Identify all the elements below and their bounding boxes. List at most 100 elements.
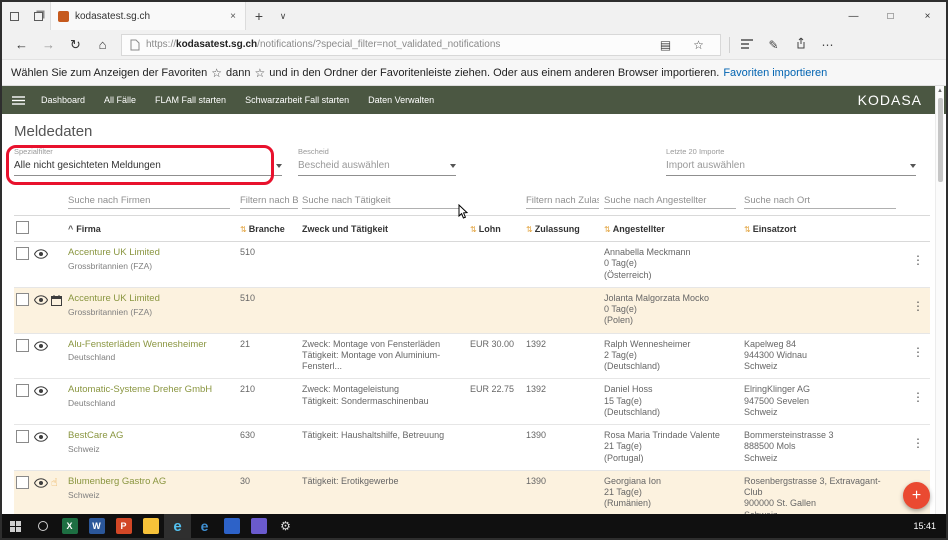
- eye-icon[interactable]: [34, 432, 48, 444]
- minimize-button[interactable]: —: [835, 2, 872, 30]
- import-favorites-link[interactable]: Favoriten importieren: [723, 67, 827, 79]
- eye-icon[interactable]: [34, 386, 48, 398]
- header-zulassung[interactable]: Zulassung: [535, 224, 580, 234]
- bescheid-select[interactable]: Bescheid auswählen: [298, 160, 456, 176]
- header-lohn[interactable]: Lohn: [479, 224, 501, 234]
- hamburger-menu-icon[interactable]: [12, 96, 25, 105]
- reading-view-icon[interactable]: ▤: [652, 38, 679, 52]
- company-link[interactable]: Automatic-Systeme Dreher GmbH: [68, 384, 232, 396]
- company-link[interactable]: Blumenberg Gastro AG: [68, 476, 232, 488]
- header-branche[interactable]: Branche: [249, 224, 285, 234]
- eye-icon[interactable]: [34, 341, 48, 353]
- start-button-icon[interactable]: [2, 514, 29, 538]
- ort-line-1: Rosenbergstrasse 3, Extravagant-Club: [744, 476, 898, 499]
- search-ort-input[interactable]: [744, 193, 896, 209]
- einsatzort-cell: Bommersteinstrasse 3 888500 Mols Schweiz: [744, 430, 906, 464]
- set-tabs-aside-icon[interactable]: [2, 2, 26, 30]
- company-link[interactable]: Accenture UK Limited: [68, 247, 232, 259]
- web-note-icon[interactable]: ✎: [760, 38, 787, 52]
- row-menu-icon[interactable]: ⋮: [906, 339, 930, 359]
- search-taetigkeit-input[interactable]: [302, 193, 460, 209]
- sort-asc-icon: ^: [68, 224, 73, 234]
- home-icon[interactable]: ⌂: [89, 37, 116, 52]
- nav-item-dashboard[interactable]: Dashboard: [41, 95, 85, 105]
- hub-favorites-icon[interactable]: [733, 38, 760, 52]
- table-row[interactable]: Accenture UK Limited Grossbritannien (FZ…: [14, 288, 930, 334]
- taskbar-clock[interactable]: 15:41: [913, 521, 946, 531]
- eye-icon[interactable]: [34, 478, 48, 490]
- forward-icon[interactable]: →: [35, 37, 62, 52]
- header-einsatzort[interactable]: Einsatzort: [753, 224, 797, 234]
- row-menu-icon[interactable]: ⋮: [906, 293, 930, 313]
- row-checkbox[interactable]: [16, 476, 29, 489]
- add-favorite-star-icon[interactable]: ☆: [685, 38, 712, 52]
- importe-label: Letzte 20 Importe: [666, 147, 916, 156]
- eye-icon[interactable]: [34, 295, 48, 307]
- internet-explorer-icon[interactable]: e: [191, 514, 218, 538]
- row-checkbox[interactable]: [16, 384, 29, 397]
- more-options-icon[interactable]: ⋯: [814, 38, 841, 52]
- excel-icon[interactable]: X: [56, 514, 83, 538]
- new-tab-button[interactable]: +: [246, 2, 272, 30]
- hand-icon[interactable]: ☝: [51, 478, 58, 489]
- row-icons: ☝: [34, 476, 68, 490]
- calendar-icon[interactable]: [51, 295, 62, 308]
- table-row[interactable]: Automatic-Systeme Dreher GmbH Deutschlan…: [14, 379, 930, 425]
- table-row[interactable]: BestCare AG Schweiz 630 Tätigkeit: Haush…: [14, 425, 930, 471]
- row-menu-icon[interactable]: ⋮: [906, 430, 930, 450]
- scroll-up-icon[interactable]: ▲: [936, 86, 944, 96]
- table-row[interactable]: ☝ Blumenberg Gastro AG Schweiz 30 Tätigk…: [14, 471, 930, 514]
- powerpoint-icon[interactable]: P: [110, 514, 137, 538]
- maximize-button[interactable]: □: [872, 2, 909, 30]
- row-checkbox[interactable]: [16, 293, 29, 306]
- settings-gear-icon[interactable]: ⚙: [272, 514, 299, 538]
- app-blue-icon[interactable]: [218, 514, 245, 538]
- header-firma[interactable]: Firma: [76, 224, 101, 234]
- page-scrollbar[interactable]: ▲: [935, 86, 944, 514]
- taskbar-search-icon[interactable]: [29, 514, 56, 538]
- row-menu-icon[interactable]: ⋮: [906, 247, 930, 267]
- filter-zulassung-select[interactable]: Filtern nach Zulassung: [526, 193, 599, 209]
- back-icon[interactable]: ←: [8, 37, 35, 52]
- share-icon[interactable]: [787, 37, 814, 52]
- zulassung-cell: 1392: [526, 384, 604, 395]
- add-button[interactable]: +: [903, 482, 930, 509]
- search-angestellter-input[interactable]: [604, 193, 736, 209]
- tabs-preview-icon[interactable]: [26, 2, 50, 30]
- nav-item-schwarzarbeit-fall-starten[interactable]: Schwarzarbeit Fall starten: [245, 95, 349, 105]
- tab-close-icon[interactable]: ×: [228, 11, 238, 22]
- filter-branche-select[interactable]: Filtern nach B: [240, 193, 298, 209]
- select-all-checkbox[interactable]: [16, 221, 29, 234]
- scrollbar-thumb[interactable]: [938, 98, 943, 182]
- app-purple-icon[interactable]: [245, 514, 272, 538]
- eye-icon[interactable]: [34, 249, 48, 261]
- importe-select[interactable]: Import auswählen: [666, 160, 916, 176]
- search-firmen-input[interactable]: [68, 193, 230, 209]
- table-row[interactable]: Accenture UK Limited Grossbritannien (FZ…: [14, 242, 930, 288]
- close-button[interactable]: ×: [909, 2, 946, 30]
- url-field[interactable]: https://kodasatest.sg.ch/notifications/?…: [121, 34, 721, 56]
- refresh-icon[interactable]: ↻: [62, 37, 89, 53]
- company-link[interactable]: BestCare AG: [68, 430, 232, 442]
- row-checkbox[interactable]: [16, 247, 29, 260]
- table-header: ^Firma ⇅Branche Zweck und Tätigkeit ⇅Loh…: [14, 215, 930, 242]
- tab-dropdown-icon[interactable]: ∨: [272, 2, 294, 30]
- nav-item-all-faelle[interactable]: All Fälle: [104, 95, 136, 105]
- spezialfilter-select[interactable]: Alle nicht gesichteten Meldungen: [14, 160, 282, 176]
- header-angestellter[interactable]: Angestellter: [613, 224, 665, 234]
- header-zweck[interactable]: Zweck und Tätigkeit: [302, 224, 388, 234]
- nav-item-daten-verwalten[interactable]: Daten Verwalten: [368, 95, 434, 105]
- ort-line-2: 944300 Widnau: [744, 350, 898, 361]
- word-icon[interactable]: W: [83, 514, 110, 538]
- nav-item-flam-fall-starten[interactable]: FLAM Fall starten: [155, 95, 226, 105]
- company-link[interactable]: Alu-Fensterläden Wennesheimer: [68, 339, 232, 351]
- row-checkbox[interactable]: [16, 339, 29, 352]
- company-link[interactable]: Accenture UK Limited: [68, 293, 232, 305]
- file-explorer-icon[interactable]: [137, 514, 164, 538]
- edge-icon[interactable]: e: [164, 514, 191, 538]
- employee-country: (Deutschland): [604, 361, 736, 372]
- browser-tab[interactable]: kodasatest.sg.ch ×: [50, 2, 246, 30]
- row-checkbox[interactable]: [16, 430, 29, 443]
- row-menu-icon[interactable]: ⋮: [906, 384, 930, 404]
- table-row[interactable]: Alu-Fensterläden Wennesheimer Deutschlan…: [14, 334, 930, 380]
